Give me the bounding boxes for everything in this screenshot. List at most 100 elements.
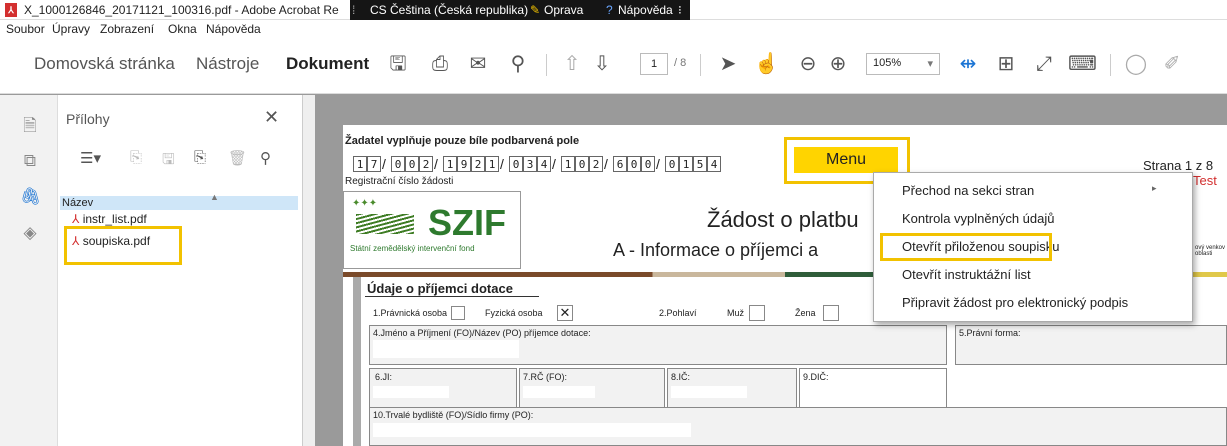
menu-help[interactable]: Nápověda: [206, 22, 261, 36]
layers-icon[interactable]: ◈: [20, 223, 40, 243]
langbar-options-icon[interactable]: ⁝: [678, 3, 682, 17]
natural-person-checkbox[interactable]: ✕: [557, 305, 573, 321]
fit-page-icon[interactable]: ⇹: [956, 52, 980, 76]
reg-digit-cell[interactable]: 1: [485, 156, 499, 172]
select-cursor-icon[interactable]: ➤: [716, 52, 740, 76]
rc-input[interactable]: [523, 386, 595, 398]
reg-digit-cell[interactable]: 0: [405, 156, 419, 172]
tab-tools[interactable]: Nástroje: [196, 54, 259, 74]
repair-label[interactable]: Oprava: [544, 3, 583, 17]
menu-file[interactable]: Soubor: [6, 22, 45, 36]
list-item[interactable]: ⅄ instr_list.pdf: [72, 212, 147, 226]
file-name: instr_list.pdf: [82, 212, 147, 226]
document-heading: Žádost o platbu: [707, 207, 859, 232]
reg-digit-cell[interactable]: 0: [391, 156, 405, 172]
scroll-mode-icon[interactable]: ⌨: [1068, 52, 1097, 76]
reg-digit-cell[interactable]: 0: [509, 156, 523, 172]
print-icon[interactable]: ⎙: [428, 52, 452, 76]
reg-digit-cell[interactable]: 0: [641, 156, 655, 172]
side-note: ový venkov oblasti: [1195, 245, 1226, 257]
reg-digit-cell[interactable]: 6: [613, 156, 627, 172]
stars-icon: ✦✦✦: [352, 198, 378, 209]
trash-icon[interactable]: 🗑: [228, 149, 247, 167]
highlight-pen-icon[interactable]: ✐: [1160, 52, 1184, 76]
legal-person-checkbox[interactable]: [451, 306, 465, 320]
ic-input[interactable]: [671, 386, 747, 398]
menu-bar: Soubor Úpravy Zobrazení Okna Nápověda: [0, 20, 1227, 38]
menu-item-prepare-signature[interactable]: Připravit žádost pro elektronický podpis: [902, 295, 1128, 310]
reg-digit-cell[interactable]: 0: [665, 156, 679, 172]
menu-view[interactable]: Zobrazení: [100, 22, 154, 36]
reg-separator: /: [552, 156, 556, 172]
bookmark-icon[interactable]: 🗎: [20, 113, 40, 135]
logo-subtitle: Státní zemědělský intervenční fond: [350, 244, 475, 253]
legal-form-label: 5.Právní forma:: [959, 328, 1021, 338]
attach-save-icon[interactable]: 🖫: [162, 149, 175, 174]
options-menu-icon[interactable]: ☰▾: [80, 149, 101, 167]
close-icon[interactable]: ✕: [264, 107, 279, 128]
page-number-input[interactable]: 1: [640, 53, 668, 75]
reg-digit-cell[interactable]: 1: [353, 156, 367, 172]
highlight-box: [64, 226, 182, 265]
pdf-file-icon: ⅄: [5, 3, 17, 17]
search-icon[interactable]: ⚲: [506, 52, 530, 76]
reg-digit-cell[interactable]: 9: [457, 156, 471, 172]
ji-input[interactable]: [373, 386, 449, 398]
reg-separator: /: [604, 156, 608, 172]
name-input[interactable]: [373, 340, 519, 358]
previous-page-icon[interactable]: ⇧: [560, 52, 584, 76]
window-title: X_1000126846_20171121_100316.pdf - Adobe…: [24, 3, 339, 17]
tab-document[interactable]: Dokument: [286, 54, 369, 74]
reg-digit-cell[interactable]: 2: [471, 156, 485, 172]
reg-digit-cell[interactable]: 2: [589, 156, 603, 172]
reg-digit-cell[interactable]: 1: [561, 156, 575, 172]
tab-home[interactable]: Domovská stránka: [34, 54, 175, 74]
reg-digit-cell[interactable]: 4: [537, 156, 551, 172]
male-checkbox[interactable]: [749, 305, 765, 321]
zoom-in-icon[interactable]: ⊕: [826, 52, 850, 76]
zoom-out-icon[interactable]: ⊖: [796, 52, 820, 76]
menu-item-check-data[interactable]: Kontrola vyplněných údajů: [902, 211, 1055, 226]
navigation-rail: 🗎 ⧉ 🖇 ◈: [0, 95, 58, 446]
attach-open-icon[interactable]: ⎘: [194, 149, 206, 166]
reg-digit-cell[interactable]: 4: [707, 156, 721, 172]
zoom-select[interactable]: 105% ▾: [866, 53, 940, 75]
attach-add-icon[interactable]: ⎘: [130, 149, 142, 166]
panel-resizer[interactable]: [303, 95, 315, 446]
section-bar: [353, 277, 361, 446]
page-view-icon[interactable]: ⊞: [994, 52, 1018, 76]
page-thumbnails-icon[interactable]: ⧉: [20, 151, 40, 171]
reg-digit-cell[interactable]: 2: [419, 156, 433, 172]
fullscreen-icon[interactable]: ⤢: [1032, 52, 1056, 76]
toolbar: Domovská stránka Nástroje Dokument 🖫 ⎙ ✉…: [0, 38, 1227, 94]
menu-item-page-sections[interactable]: Přechod na sekci stran: [902, 183, 1034, 198]
reg-digit-cell[interactable]: 0: [627, 156, 641, 172]
sort-icon: ▲: [210, 192, 219, 202]
save-icon[interactable]: 🖫: [386, 52, 410, 76]
list-header[interactable]: Název ▲: [60, 192, 298, 210]
reg-digit-cell[interactable]: 3: [523, 156, 537, 172]
language-bar: ⁞ CS Čeština (Česká republika) ✎ Oprava …: [350, 0, 690, 20]
menu-edit[interactable]: Úpravy: [52, 22, 90, 36]
hand-tool-icon[interactable]: ☝: [754, 52, 779, 76]
page-info: Strana 1 z 8: [1143, 158, 1214, 173]
reg-digit-cell[interactable]: 5: [693, 156, 707, 172]
next-page-icon[interactable]: ⇩: [590, 52, 614, 76]
reg-digit-cell[interactable]: 1: [679, 156, 693, 172]
reg-label: Registrační číslo žádosti: [345, 176, 454, 187]
column-header-name: Název: [62, 197, 94, 209]
reg-digit-cell[interactable]: 0: [575, 156, 589, 172]
help-label[interactable]: Nápověda: [618, 3, 673, 17]
address-input[interactable]: [373, 423, 691, 437]
email-icon[interactable]: ✉: [466, 52, 490, 76]
help-icon: ?: [606, 3, 613, 17]
menu-item-open-instructions[interactable]: Otevřít instruktážní list: [902, 267, 1031, 282]
menu-window[interactable]: Okna: [168, 22, 197, 36]
attach-search-icon[interactable]: ⚲: [260, 149, 271, 167]
female-checkbox[interactable]: [823, 305, 839, 321]
attachments-icon[interactable]: 🖇: [20, 187, 42, 207]
reg-digit-cell[interactable]: 1: [443, 156, 457, 172]
language-label[interactable]: CS Čeština (Česká republika): [370, 3, 528, 17]
reg-digit-cell[interactable]: 7: [367, 156, 381, 172]
comment-icon[interactable]: ◯: [1124, 52, 1148, 76]
